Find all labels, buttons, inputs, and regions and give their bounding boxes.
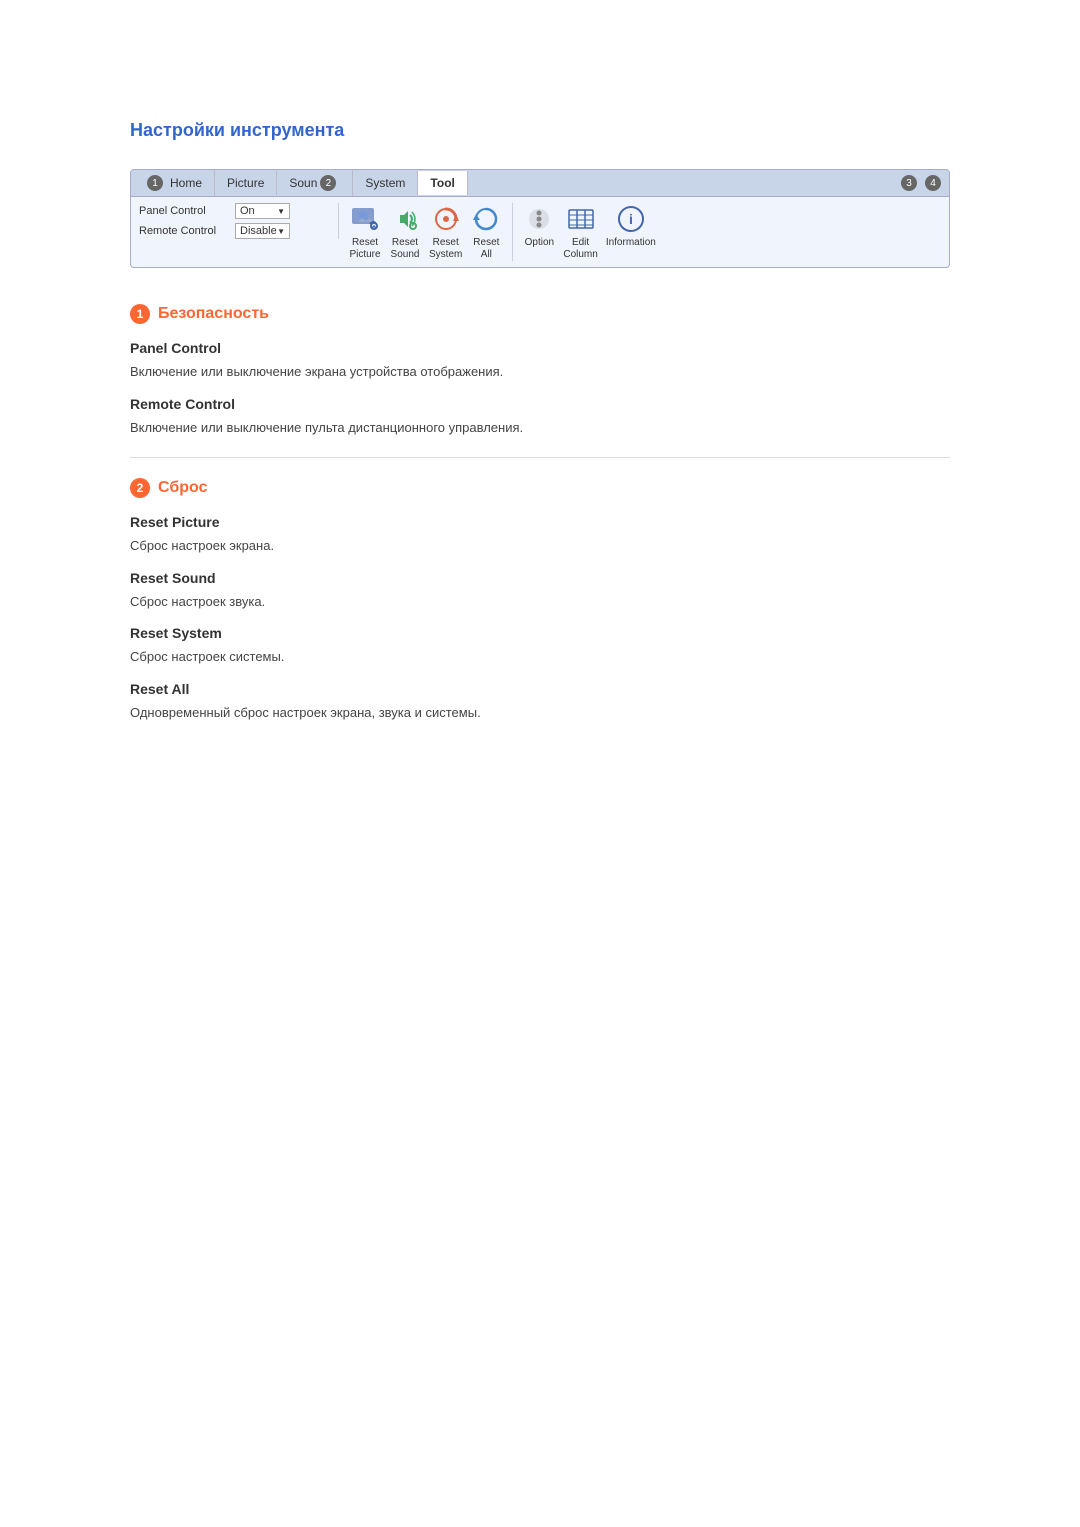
reset-picture-button[interactable]: ResetPicture [349,203,381,261]
reset-system-icon [430,203,462,235]
reset-all-desc: Одновременный сброс настроек экрана, зву… [130,703,950,723]
section1-header: 1 Безопасность [130,304,950,324]
remote-control-desc: Включение или выключение пульта дистанци… [130,418,950,438]
reset-picture-label: ResetPicture [349,237,380,261]
badge-4: 4 [925,175,941,191]
panel-control-row: Panel Control On ▼ [139,203,328,219]
section-divider [130,457,950,458]
option-icon [523,203,555,235]
information-button[interactable]: i Information [606,203,656,249]
reset-all-label: ResetAll [473,237,499,261]
toolbar-body: Panel Control On ▼ Remote Control Disabl… [131,197,949,267]
panel-control-arrow: ▼ [277,207,285,216]
reset-system-label: ResetSystem [429,237,462,261]
reset-all-icon [470,203,502,235]
remote-control-row: Remote Control Disable ▼ [139,223,328,239]
reset-sound-icon [389,203,421,235]
panel-control-label: Panel Control [139,205,229,217]
reset-all-button[interactable]: ResetAll [470,203,502,261]
section2-header: 2 Сброс [130,478,950,498]
information-label: Information [606,237,656,249]
remote-control-label: Remote Control [139,225,229,237]
reset-picture-desc: Сброс настроек экрана. [130,536,950,556]
reset-picture-icon [349,203,381,235]
panel-control-title: Panel Control [130,340,950,356]
edit-column-icon [565,203,597,235]
tab-tool[interactable]: Tool [418,171,467,195]
panel-control-select[interactable]: On ▼ [235,203,290,219]
toolbar-section-reset: ResetPicture ResetSound [349,203,513,261]
panel-control-desc: Включение или выключение экрана устройст… [130,362,950,382]
reset-sound-title: Reset Sound [130,570,950,586]
reset-sound-desc: Сброс настроек звука. [130,592,950,612]
option-button[interactable]: Option [523,203,555,249]
toolbar-section-security: Panel Control On ▼ Remote Control Disabl… [139,203,339,239]
badge-3: 3 [901,175,917,191]
svg-text:i: i [629,211,633,227]
reset-picture-title: Reset Picture [130,514,950,530]
remote-control-title: Remote Control [130,396,950,412]
section2-title: Сброс [158,479,207,497]
badge-2: 2 [320,175,336,191]
tab-picture[interactable]: Picture [215,171,277,195]
option-label: Option [525,237,554,249]
reset-system-desc: Сброс настроек системы. [130,647,950,667]
edit-column-button[interactable]: EditColumn [563,203,597,261]
reset-system-button[interactable]: ResetSystem [429,203,462,261]
tab-system[interactable]: System [353,171,418,195]
tab-sound[interactable]: Soun 2 [277,170,353,196]
reset-all-title: Reset All [130,681,950,697]
edit-column-label: EditColumn [563,237,597,261]
section2-badge: 2 [130,478,150,498]
toolbar-section-right: Option EditColumn [523,203,656,261]
reset-sound-label: ResetSound [391,237,420,261]
reset-sound-button[interactable]: ResetSound [389,203,421,261]
toolbar-mockup: 1 Home Picture Soun 2 System Tool 3 4 Pa… [130,169,950,268]
section1-title: Безопасность [158,305,269,323]
tab-home[interactable]: 1 Home [135,170,215,196]
section1-badge: 1 [130,304,150,324]
reset-system-title: Reset System [130,625,950,641]
remote-control-select[interactable]: Disable ▼ [235,223,290,239]
remote-control-arrow: ▼ [277,227,285,236]
badge-1: 1 [147,175,163,191]
information-icon: i [615,203,647,235]
page-title: Настройки инструмента [130,120,950,141]
toolbar-tabs: 1 Home Picture Soun 2 System Tool 3 4 [131,170,949,197]
